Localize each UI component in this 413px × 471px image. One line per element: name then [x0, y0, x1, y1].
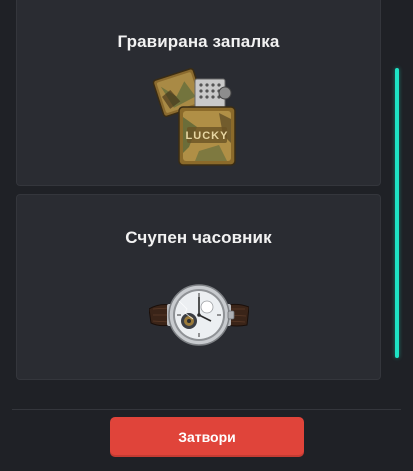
- scrollbar-thumb[interactable]: [395, 68, 399, 358]
- close-button[interactable]: Затвори: [110, 417, 304, 457]
- item-title: Счупен часовник: [125, 228, 272, 247]
- item-preview-dialog: Гравирана запалка LUCKY Счупен часовник …: [0, 0, 413, 471]
- dialog-panel: Гравирана запалка LUCKY Счупен часовник …: [0, 0, 413, 471]
- items-list[interactable]: Гравирана запалка LUCKY Счупен часовник: [0, 0, 413, 400]
- footer-divider: [12, 409, 401, 410]
- svg-text:LUCKY: LUCKY: [185, 130, 228, 142]
- item-title: Гравирана запалка: [117, 32, 280, 51]
- list-item: Счупен часовник: [16, 194, 381, 380]
- watch-icon: [148, 284, 249, 346]
- lighter-icon: LUCKY: [152, 68, 236, 166]
- list-item: Гравирана запалка LUCKY: [16, 0, 381, 186]
